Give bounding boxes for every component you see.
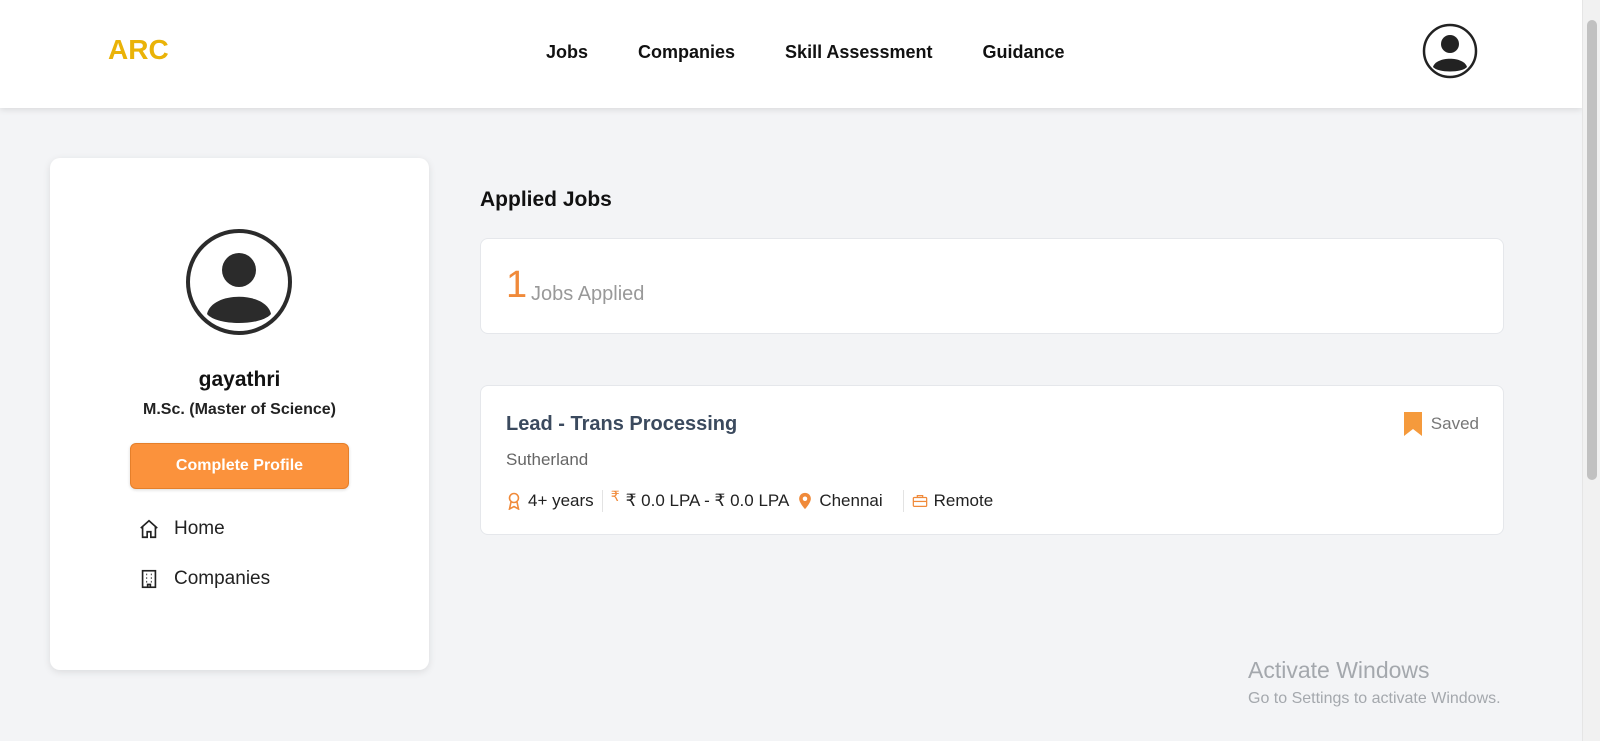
scrollbar-thumb[interactable] [1587, 20, 1597, 480]
sidebar-item-home[interactable]: Home [138, 518, 225, 540]
bookmark-icon [1403, 412, 1422, 436]
activate-windows-watermark: Activate Windows Go to Settings to activ… [1248, 657, 1501, 708]
sidebar-item-label: Home [174, 518, 225, 539]
briefcase-icon [912, 495, 927, 507]
nav-jobs[interactable]: Jobs [546, 42, 588, 63]
complete-profile-button[interactable]: Complete Profile [130, 443, 349, 489]
profile-name: gayathri [198, 368, 281, 391]
watermark-line1: Activate Windows [1248, 657, 1430, 683]
nav-skill-assessment[interactable]: Skill Assessment [785, 42, 932, 63]
experience-text: 4+ years [528, 491, 594, 510]
watermark-line2: Go to Settings to activate Windows. [1248, 690, 1501, 707]
applied-jobs-title: Applied Jobs [480, 188, 612, 211]
sidebar-item-companies[interactable]: Companies [138, 568, 270, 590]
job-card[interactable]: Lead - Trans Processing Sutherland Saved… [480, 385, 1504, 535]
page: ARC Jobs Companies Skill Assessment Guid… [0, 0, 1600, 741]
salary-text: ₹ 0.0 LPA - ₹ 0.0 LPA [625, 491, 790, 510]
job-meta-row: 4+ years ₹ ₹ 0.0 LPA - ₹ 0.0 LPA Chennai [506, 487, 994, 512]
job-salary: ₹ ₹ 0.0 LPA - ₹ 0.0 LPA [610, 487, 790, 511]
meta-divider [601, 490, 603, 512]
jobs-applied-count: 1 [506, 264, 528, 306]
jobs-applied-count-card: 1 Jobs Applied [480, 238, 1504, 334]
nav-companies[interactable]: Companies [638, 42, 735, 63]
saved-label: Saved [1430, 414, 1479, 433]
job-experience: 4+ years [506, 491, 594, 511]
arc-logo[interactable]: ARC [108, 34, 204, 64]
nav-guidance[interactable]: Guidance [982, 42, 1064, 63]
user-avatar-icon[interactable] [1422, 23, 1478, 79]
main-nav: Jobs Companies Skill Assessment Guidance [546, 42, 1115, 63]
sidebar-item-label: Companies [174, 568, 271, 589]
job-location: Chennai [797, 491, 883, 511]
home-icon [140, 519, 158, 539]
svg-text:ARC: ARC [108, 34, 169, 64]
profile-avatar-icon [186, 229, 292, 335]
job-title-link[interactable]: Lead - Trans Processing [506, 413, 737, 436]
jobs-applied-label: Jobs Applied [531, 283, 645, 305]
location-text: Chennai [819, 491, 883, 510]
rupee-icon: ₹ [610, 487, 620, 504]
profile-degree: M.Sc. (Master of Science) [143, 401, 336, 418]
profile-card: gayathri M.Sc. (Master of Science) Compl… [50, 158, 429, 670]
work-mode-text: Remote [933, 491, 994, 510]
top-header: ARC Jobs Companies Skill Assessment Guid… [0, 0, 1582, 108]
location-pin-icon [799, 492, 812, 510]
saved-button[interactable]: Saved [1403, 411, 1479, 437]
page-scrollbar[interactable] [1582, 0, 1600, 741]
award-icon [508, 492, 520, 510]
meta-divider [902, 490, 904, 512]
job-work-mode: Remote [912, 491, 994, 511]
building-icon [141, 569, 157, 589]
job-company: Sutherland [506, 450, 589, 469]
